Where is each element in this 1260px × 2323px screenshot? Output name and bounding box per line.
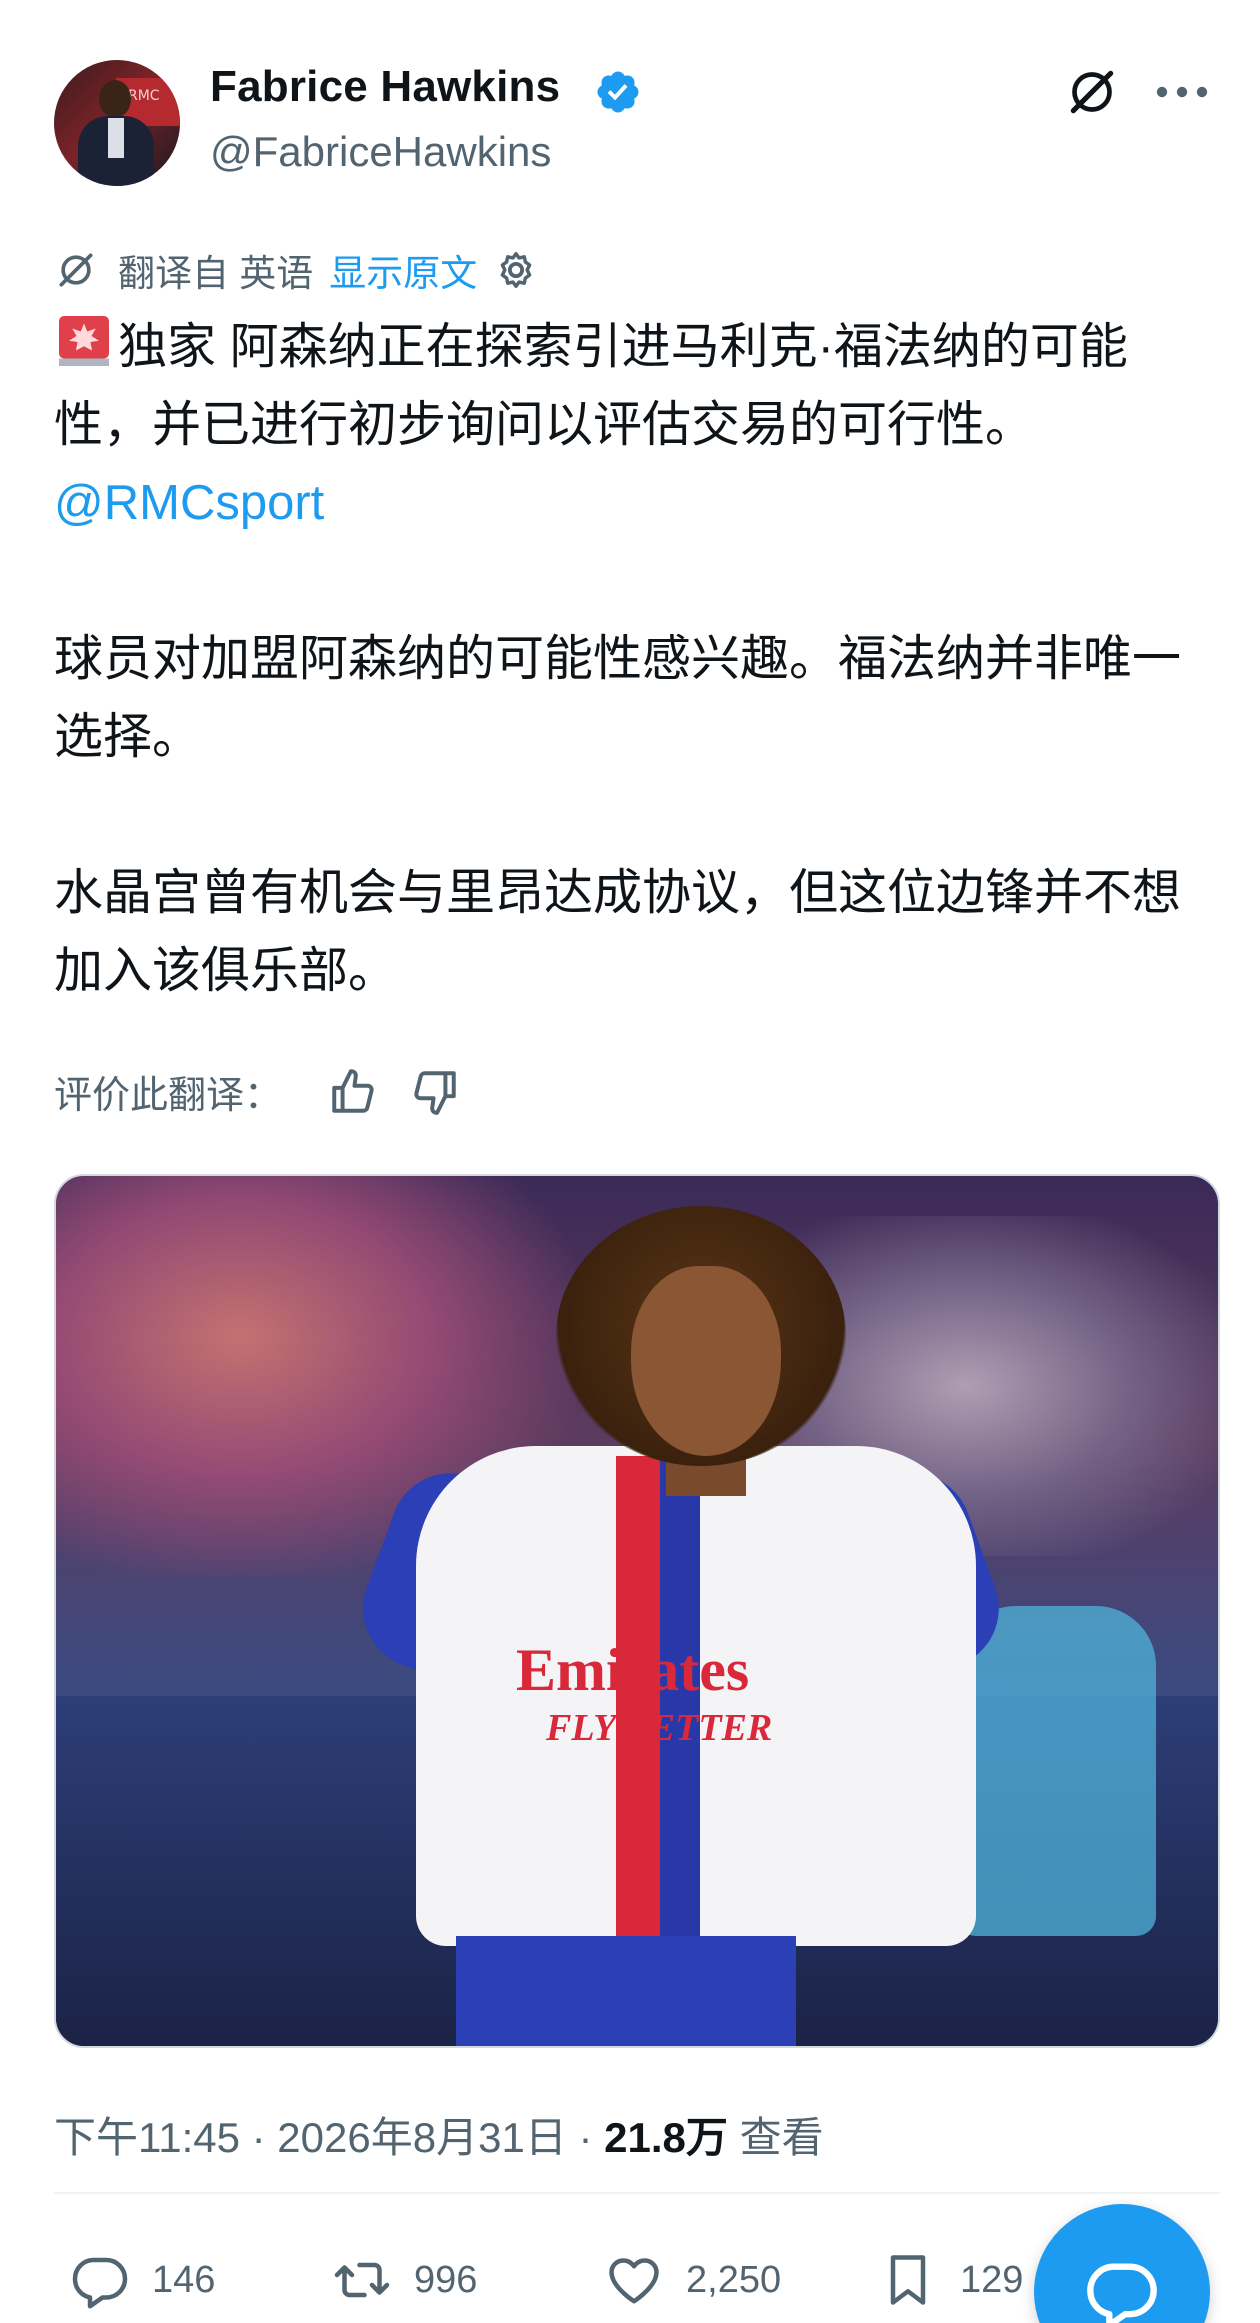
tweet-paragraph-1: 独家 阿森纳正在探索引进马利克·福法纳的可能性，并已进行初步询问以评估交易的可行… <box>54 308 1214 542</box>
author-name[interactable]: Fabrice Hawkins <box>210 62 560 112</box>
tweet-text: 独家 阿森纳正在探索引进马利克·福法纳的可能性，并已进行初步询问以评估交易的可行… <box>54 308 1214 1010</box>
bookmark-icon <box>890 2255 926 2305</box>
reply-count: 146 <box>152 2258 216 2301</box>
avatar-screen-text: RMC <box>128 88 160 104</box>
gear-icon[interactable] <box>493 247 539 293</box>
like-count: 2,250 <box>686 2258 782 2301</box>
tweet-photo[interactable]: Emirates FLY BETTER <box>54 1174 1220 2048</box>
repost-icon <box>334 2262 390 2298</box>
repost-count: 996 <box>414 2258 478 2301</box>
tweet-meta: 下午11:45 · 2026年8月31日 · 21.8万 查看 <box>54 2104 824 2165</box>
bookmark-button[interactable]: 129 <box>878 2250 1023 2310</box>
background-figure <box>956 1606 1156 1936</box>
compose-icon <box>1087 2263 1157 2323</box>
jersey-sponsor-tagline: FLY BETTER <box>546 1707 773 1749</box>
divider <box>54 2192 1220 2194</box>
rate-translation: 评价此翻译： <box>54 1064 492 1119</box>
tweet-page: RMC Fabrice Hawkins @FabriceHawkins 翻译自 … <box>0 0 1260 2323</box>
author-handle[interactable]: @FabriceHawkins <box>210 128 551 176</box>
tweet-paragraph-2: 球员对加盟阿森纳的可能性感兴趣。福法纳并非唯一选择。 <box>54 632 1182 764</box>
reply-button[interactable]: 146 <box>70 2250 215 2310</box>
reply-icon <box>72 2257 128 2309</box>
verified-badge-icon <box>597 71 639 113</box>
view-count: 21.8万 <box>604 2114 728 2161</box>
player-face <box>631 1266 781 1456</box>
like-icon <box>609 2258 659 2304</box>
action-bar: 146 996 2,250 129 <box>70 2250 1170 2314</box>
repost-button[interactable]: 996 <box>332 2250 477 2310</box>
like-button[interactable]: 2,250 <box>604 2250 781 2310</box>
more-icon[interactable] <box>1154 78 1210 106</box>
tweet-paragraph-3: 水晶宫曾有机会与里昂达成协议，但这位边锋并不想加入该俱乐部。 <box>54 866 1182 998</box>
bookmark-count: 129 <box>960 2258 1024 2301</box>
translate-icon <box>59 253 93 287</box>
translation-bar: 翻译自 英语 显示原文 <box>54 244 539 296</box>
tweet-line-1: 独家 阿森纳正在探索引进马利克·福法纳的可能性，并已进行初步询问以评估交易的可行… <box>54 320 1128 452</box>
grok-icon[interactable] <box>1064 64 1120 120</box>
thumbs-up-icon[interactable] <box>328 1067 378 1117</box>
mention-link[interactable]: @RMCsport <box>54 476 324 530</box>
rate-translation-label: 评价此翻译： <box>54 1075 283 1117</box>
floating-compose-button[interactable] <box>1034 2204 1210 2323</box>
jersey-sponsor-text: Emirates <box>516 1637 750 1703</box>
view-label: 查看 <box>727 2114 824 2161</box>
show-original-link[interactable]: 显示原文 <box>329 243 477 297</box>
translated-from-label: 翻译自 英语 <box>118 253 314 294</box>
thumbs-down-icon[interactable] <box>410 1067 460 1117</box>
siren-icon <box>59 316 109 366</box>
avatar[interactable]: RMC <box>54 60 180 186</box>
tweet-timestamp[interactable]: 下午11:45 · 2026年8月31日 · <box>54 2114 604 2161</box>
